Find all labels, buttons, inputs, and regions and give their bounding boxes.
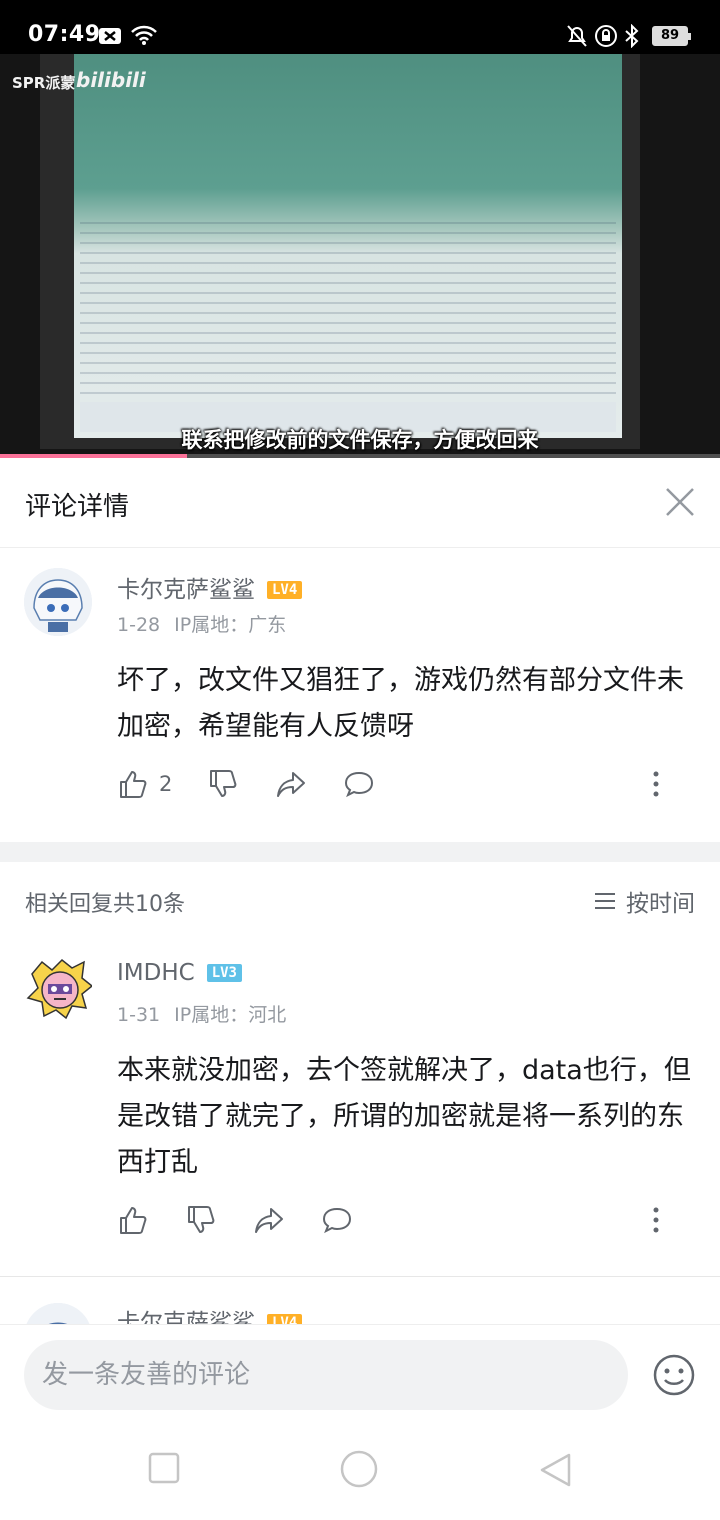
- comment-input[interactable]: 发一条友善的评论: [24, 1340, 628, 1410]
- monitor-screen: [74, 54, 622, 438]
- more-options-icon[interactable]: [651, 1206, 661, 1234]
- file-list-blur: [80, 214, 616, 394]
- recent-apps-icon[interactable]: [148, 1452, 180, 1484]
- comment-detail-header: 评论详情: [0, 458, 720, 548]
- video-subtitle: 联系把修改前的文件保存，方便改回来: [181, 428, 539, 452]
- shark-girl-avatar-icon: [24, 568, 92, 636]
- notification-icon: [99, 28, 121, 44]
- comment-username[interactable]: 卡尔克萨鲨鲨 LV4: [117, 570, 303, 604]
- mute-bell-icon: [567, 25, 587, 47]
- thumbs-down-icon: [210, 770, 237, 797]
- comment-text: 坏了，改文件又猖狂了，游戏仍然有部分文件未加密，希望能有人反馈呀: [117, 665, 684, 742]
- comment-ip: IP属地：广东: [174, 614, 287, 636]
- like-button[interactable]: [117, 1202, 149, 1238]
- username-text: IMDHC: [117, 960, 195, 986]
- level-badge: LV4: [267, 1314, 303, 1324]
- like-button[interactable]: 2: [117, 766, 172, 802]
- wifi-icon: [131, 25, 157, 45]
- main-comment: 卡尔克萨鲨鲨 LV4 1-28 IP属地：广东 坏了，改文件又猖狂了，游戏仍然有部…: [0, 548, 720, 842]
- section-divider: [0, 842, 720, 862]
- close-icon[interactable]: [662, 484, 698, 520]
- comment-bubble-icon: [322, 1207, 352, 1234]
- system-nav-bar: [0, 1424, 720, 1520]
- thumbs-up-icon: [120, 771, 147, 798]
- cartoon-avatar-icon: [26, 958, 92, 1020]
- home-icon[interactable]: [340, 1450, 378, 1488]
- comment-actions: 2: [117, 766, 677, 806]
- level-badge: LV3: [206, 964, 242, 982]
- avatar[interactable]: [24, 1303, 92, 1324]
- lock-rotation-icon: [595, 25, 617, 47]
- shark-girl-avatar-icon: [26, 1303, 90, 1324]
- more-options-icon[interactable]: [651, 770, 661, 798]
- reply-username[interactable]: 卡尔克萨鲨鲨 LV4: [117, 1303, 303, 1324]
- avatar[interactable]: [24, 568, 92, 636]
- thumbs-up-icon: [120, 1207, 147, 1234]
- sort-label: 按时间: [626, 891, 695, 917]
- comment-input-bar: 发一条友善的评论: [0, 1324, 720, 1424]
- page-title: 评论详情: [25, 492, 130, 522]
- back-icon[interactable]: [538, 1452, 572, 1488]
- reply-username[interactable]: IMDHC LV3: [117, 960, 242, 986]
- comment-bubble-icon: [344, 771, 374, 798]
- comment-date: 1-28: [117, 614, 161, 636]
- dislike-button[interactable]: [207, 766, 239, 802]
- reply-item: IMDHC LV3 1-31 IP属地：河北 本来就没加密，去个签就解决了，dat…: [0, 936, 720, 1276]
- sort-button[interactable]: 按时间: [594, 884, 695, 918]
- avatar[interactable]: [24, 954, 92, 1022]
- emoji-icon[interactable]: [652, 1353, 696, 1397]
- reply-meta: 1-31 IP属地：河北: [117, 1000, 286, 1027]
- status-bar: 07:49 89: [0, 0, 720, 54]
- reply-date: 1-31: [117, 1004, 161, 1026]
- level-badge: LV4: [267, 581, 303, 599]
- sort-list-icon: [595, 893, 615, 909]
- reply-ip: IP属地：河北: [174, 1004, 287, 1026]
- dislike-button[interactable]: [185, 1202, 217, 1238]
- share-button[interactable]: [253, 1202, 285, 1238]
- username-text: 卡尔克萨鲨鲨: [117, 577, 255, 603]
- reply-button[interactable]: [343, 766, 375, 802]
- uploader-watermark: SPR派蒙: [12, 74, 76, 92]
- status-time: 07:49: [28, 22, 101, 47]
- share-icon: [255, 1208, 283, 1233]
- replies-header: 相关回复共10条 按时间: [0, 862, 720, 936]
- thumbs-down-icon: [188, 1206, 215, 1233]
- reply-item: 卡尔克萨鲨鲨 LV4: [0, 1277, 720, 1324]
- share-button[interactable]: [275, 766, 307, 802]
- video-player[interactable]: SPR派蒙 bilibili 联系把修改前的文件保存，方便改回来: [0, 54, 720, 458]
- username-text: 卡尔克萨鲨鲨: [117, 1310, 255, 1324]
- reply-button[interactable]: [321, 1202, 353, 1238]
- share-icon: [277, 772, 305, 797]
- like-count: 2: [159, 772, 173, 796]
- reply-text: 本来就没加密，去个签就解决了，data也行，但是改错了就完了，所谓的加密就是将一…: [117, 1055, 691, 1178]
- comment-meta: 1-28 IP属地：广东: [117, 610, 286, 637]
- bluetooth-icon: [625, 24, 639, 48]
- reply-actions: [117, 1202, 677, 1242]
- bilibili-logo: bilibili: [76, 68, 146, 92]
- reply-count: 相关回复共10条: [25, 892, 185, 917]
- battery-indicator: 89: [652, 26, 691, 46]
